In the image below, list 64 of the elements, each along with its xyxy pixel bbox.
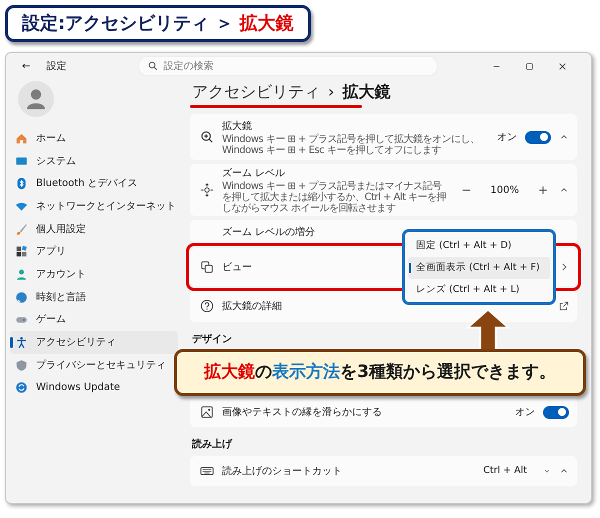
settings-row[interactable]: 読み上げのショートカット Ctrl + Alt bbox=[190, 456, 577, 486]
chevron-down-icon bbox=[543, 467, 551, 475]
toggle-switch[interactable] bbox=[543, 406, 569, 418]
breadcrumb-link[interactable]: アクセシビリティ bbox=[192, 81, 320, 105]
help-icon bbox=[200, 299, 214, 313]
sync-icon bbox=[15, 381, 28, 394]
section-heading: デザイン bbox=[192, 332, 233, 347]
setting-label: 画像やテキストの縁を滑らかにする bbox=[222, 406, 383, 420]
search-field[interactable]: 設定の検索 bbox=[138, 56, 438, 76]
section-heading: 読み上げ bbox=[192, 438, 234, 452]
sidebar-item[interactable]: 個人用設定 bbox=[10, 218, 178, 240]
sidebar-item[interactable]: プライバシーとセキュリティ bbox=[10, 354, 178, 377]
toggle-state: オン bbox=[515, 406, 535, 420]
image-icon bbox=[200, 405, 214, 419]
settings-row[interactable]: ズーム レベル Windows キー ⊞ + プラス記号またはマイナス記号を押して拡大または縮小するか、Ctrl + Alt キーを押しながらマウス ホイールを回転させます − 100% + bbox=[190, 164, 577, 216]
setting-description: Windows キー ⊞ + プラス記号またはマイナス記号を押して拡大または縮小するか、Ctrl + Alt キーを押しながらマウス ホイールを回転させます bbox=[222, 181, 448, 214]
maximize-icon[interactable] bbox=[525, 62, 534, 70]
setting-description: Windows キー ⊞ + プラス記号を押して拡大鏡をオンにし、Windows キー ⊞ + Esc キーを押してオフにします bbox=[222, 134, 481, 156]
settings-row[interactable]: 画像やテキストの縁を滑らかにする オン bbox=[190, 397, 577, 427]
windows-icon bbox=[200, 260, 214, 274]
shortcut-dropdown[interactable]: Ctrl + Alt bbox=[483, 464, 551, 478]
globe-icon bbox=[15, 290, 28, 304]
accessibility-icon bbox=[15, 336, 28, 350]
search-icon bbox=[148, 61, 158, 71]
move-icon bbox=[200, 183, 214, 197]
external-link-icon[interactable] bbox=[559, 301, 569, 311]
sidebar-item[interactable]: 時刻と言語 bbox=[10, 286, 178, 308]
page-title: 設定:アクセシビリティ ＞ 拡大鏡 bbox=[5, 5, 311, 42]
window-title: 設定 bbox=[46, 60, 66, 74]
back-button[interactable]: ← bbox=[22, 58, 30, 74]
page-heading: 拡大鏡 bbox=[342, 81, 390, 103]
toggle-switch[interactable] bbox=[525, 130, 551, 144]
zoom-in-icon bbox=[200, 130, 214, 144]
sidebar-item[interactable]: ゲーム bbox=[10, 308, 178, 332]
settings-row[interactable]: 拡大鏡 Windows キー ⊞ + プラス記号を押して拡大鏡をオンにし、Windows キー ⊞ + Esc キーを押してオフにします オン bbox=[190, 114, 577, 160]
toggle-state: オン bbox=[497, 130, 517, 144]
setting-label: 拡大鏡 bbox=[222, 120, 253, 134]
person-icon bbox=[15, 268, 28, 281]
zoom-value: 100% bbox=[489, 184, 520, 198]
sidebar-item[interactable]: アカウント bbox=[10, 263, 178, 286]
brush-icon bbox=[15, 222, 28, 236]
breadcrumb-separator: › bbox=[328, 81, 334, 103]
setting-label: 読み上げのショートカット bbox=[222, 464, 343, 478]
shield-icon bbox=[15, 358, 28, 372]
sidebar-item[interactable]: アプリ bbox=[10, 240, 178, 264]
avatar-icon bbox=[18, 81, 54, 117]
sidebar-item[interactable]: システム bbox=[10, 150, 178, 172]
close-icon[interactable] bbox=[558, 62, 567, 70]
setting-label: 拡大鏡の詳細 bbox=[222, 300, 283, 314]
sidebar-item[interactable]: アクセシビリティ bbox=[10, 331, 178, 354]
callout-text: 拡大鏡の表示方法を3種類から選択できます。 bbox=[204, 360, 556, 384]
menu-option[interactable]: 全画面表示 (Ctrl + Alt + F) bbox=[408, 257, 550, 279]
setting-label: ズーム レベルの増分 bbox=[222, 226, 316, 240]
setting-label: ズーム レベル bbox=[222, 167, 286, 181]
keyboard-icon bbox=[200, 464, 214, 478]
setting-label: ビュー bbox=[222, 260, 252, 274]
sidebar-item[interactable]: Bluetooth とデバイス bbox=[10, 172, 178, 196]
monitor-icon bbox=[15, 154, 28, 168]
sidebar-item[interactable]: Windows Update bbox=[10, 376, 178, 400]
bluetooth-icon bbox=[15, 177, 28, 190]
sidebar-item[interactable]: ネットワークとインターネット bbox=[10, 195, 178, 218]
apps-icon bbox=[15, 245, 28, 258]
home-icon bbox=[15, 132, 28, 145]
sidebar-item[interactable]: ホーム bbox=[10, 127, 178, 150]
